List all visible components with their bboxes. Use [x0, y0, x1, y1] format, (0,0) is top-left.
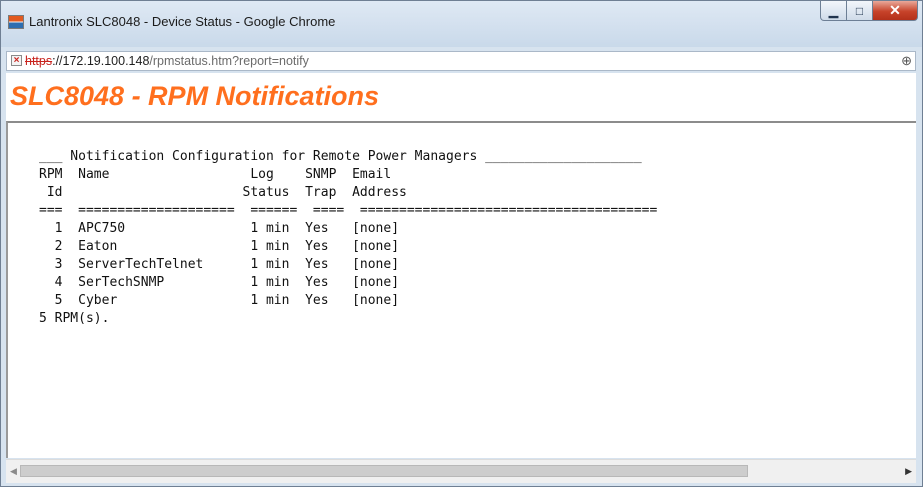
- close-button[interactable]: ✕: [873, 1, 918, 21]
- url-scheme: https: [25, 54, 53, 68]
- report-separator: === ==================== ====== ==== ===…: [39, 203, 658, 218]
- url-path: /rpmstatus.htm?report=notify: [149, 54, 309, 68]
- report-heading: ___ Notification Configuration for Remot…: [39, 149, 642, 164]
- scroll-left-arrow-icon[interactable]: ◀: [10, 466, 17, 477]
- rpm-row: 5 Cyber 1 min Yes [none]: [39, 293, 400, 308]
- rpm-notification-report: ___ Notification Configuration for Remot…: [39, 148, 657, 328]
- rpm-row: 1 APC750 1 min Yes [none]: [39, 221, 400, 236]
- title-bar[interactable]: Lantronix SLC8048 - Device Status - Goog…: [1, 1, 922, 47]
- report-frame: ___ Notification Configuration for Remot…: [6, 121, 916, 458]
- scroll-right-arrow-icon[interactable]: ▶: [905, 466, 912, 477]
- address-bar[interactable]: × https://172.19.100.148/rpmstatus.htm?r…: [6, 51, 916, 71]
- window-controls: ▁ □ ✕: [820, 1, 918, 23]
- window-title: Lantronix SLC8048 - Device Status - Goog…: [29, 14, 336, 29]
- report-column-header-1: RPM Name Log SNMP Email: [39, 167, 392, 182]
- rpm-row: 4 SerTechSNMP 1 min Yes [none]: [39, 275, 400, 290]
- scrollbar-thumb[interactable]: [20, 465, 748, 477]
- insecure-lock-icon[interactable]: ×: [11, 55, 22, 66]
- horizontal-scrollbar[interactable]: ◀ ▶: [6, 459, 916, 483]
- maximize-button[interactable]: □: [847, 1, 873, 21]
- report-column-header-2: Id Status Trap Address: [39, 185, 407, 200]
- minimize-button[interactable]: ▁: [820, 1, 847, 21]
- rpm-row: 2 Eaton 1 min Yes [none]: [39, 239, 400, 254]
- url-text[interactable]: https://172.19.100.148/rpmstatus.htm?rep…: [25, 54, 309, 68]
- page-title: SLC8048 - RPM Notifications: [10, 81, 380, 111]
- report-footer: 5 RPM(s).: [39, 311, 110, 326]
- rpm-row: 3 ServerTechTelnet 1 min Yes [none]: [39, 257, 400, 272]
- lantronix-app-icon: [8, 15, 24, 29]
- page-header: SLC8048 - RPM Notifications: [6, 73, 916, 121]
- url-host: ://172.19.100.148: [52, 54, 150, 68]
- browser-window: Lantronix SLC8048 - Device Status - Goog…: [0, 0, 923, 487]
- zoom-icon[interactable]: ⊕: [901, 53, 912, 69]
